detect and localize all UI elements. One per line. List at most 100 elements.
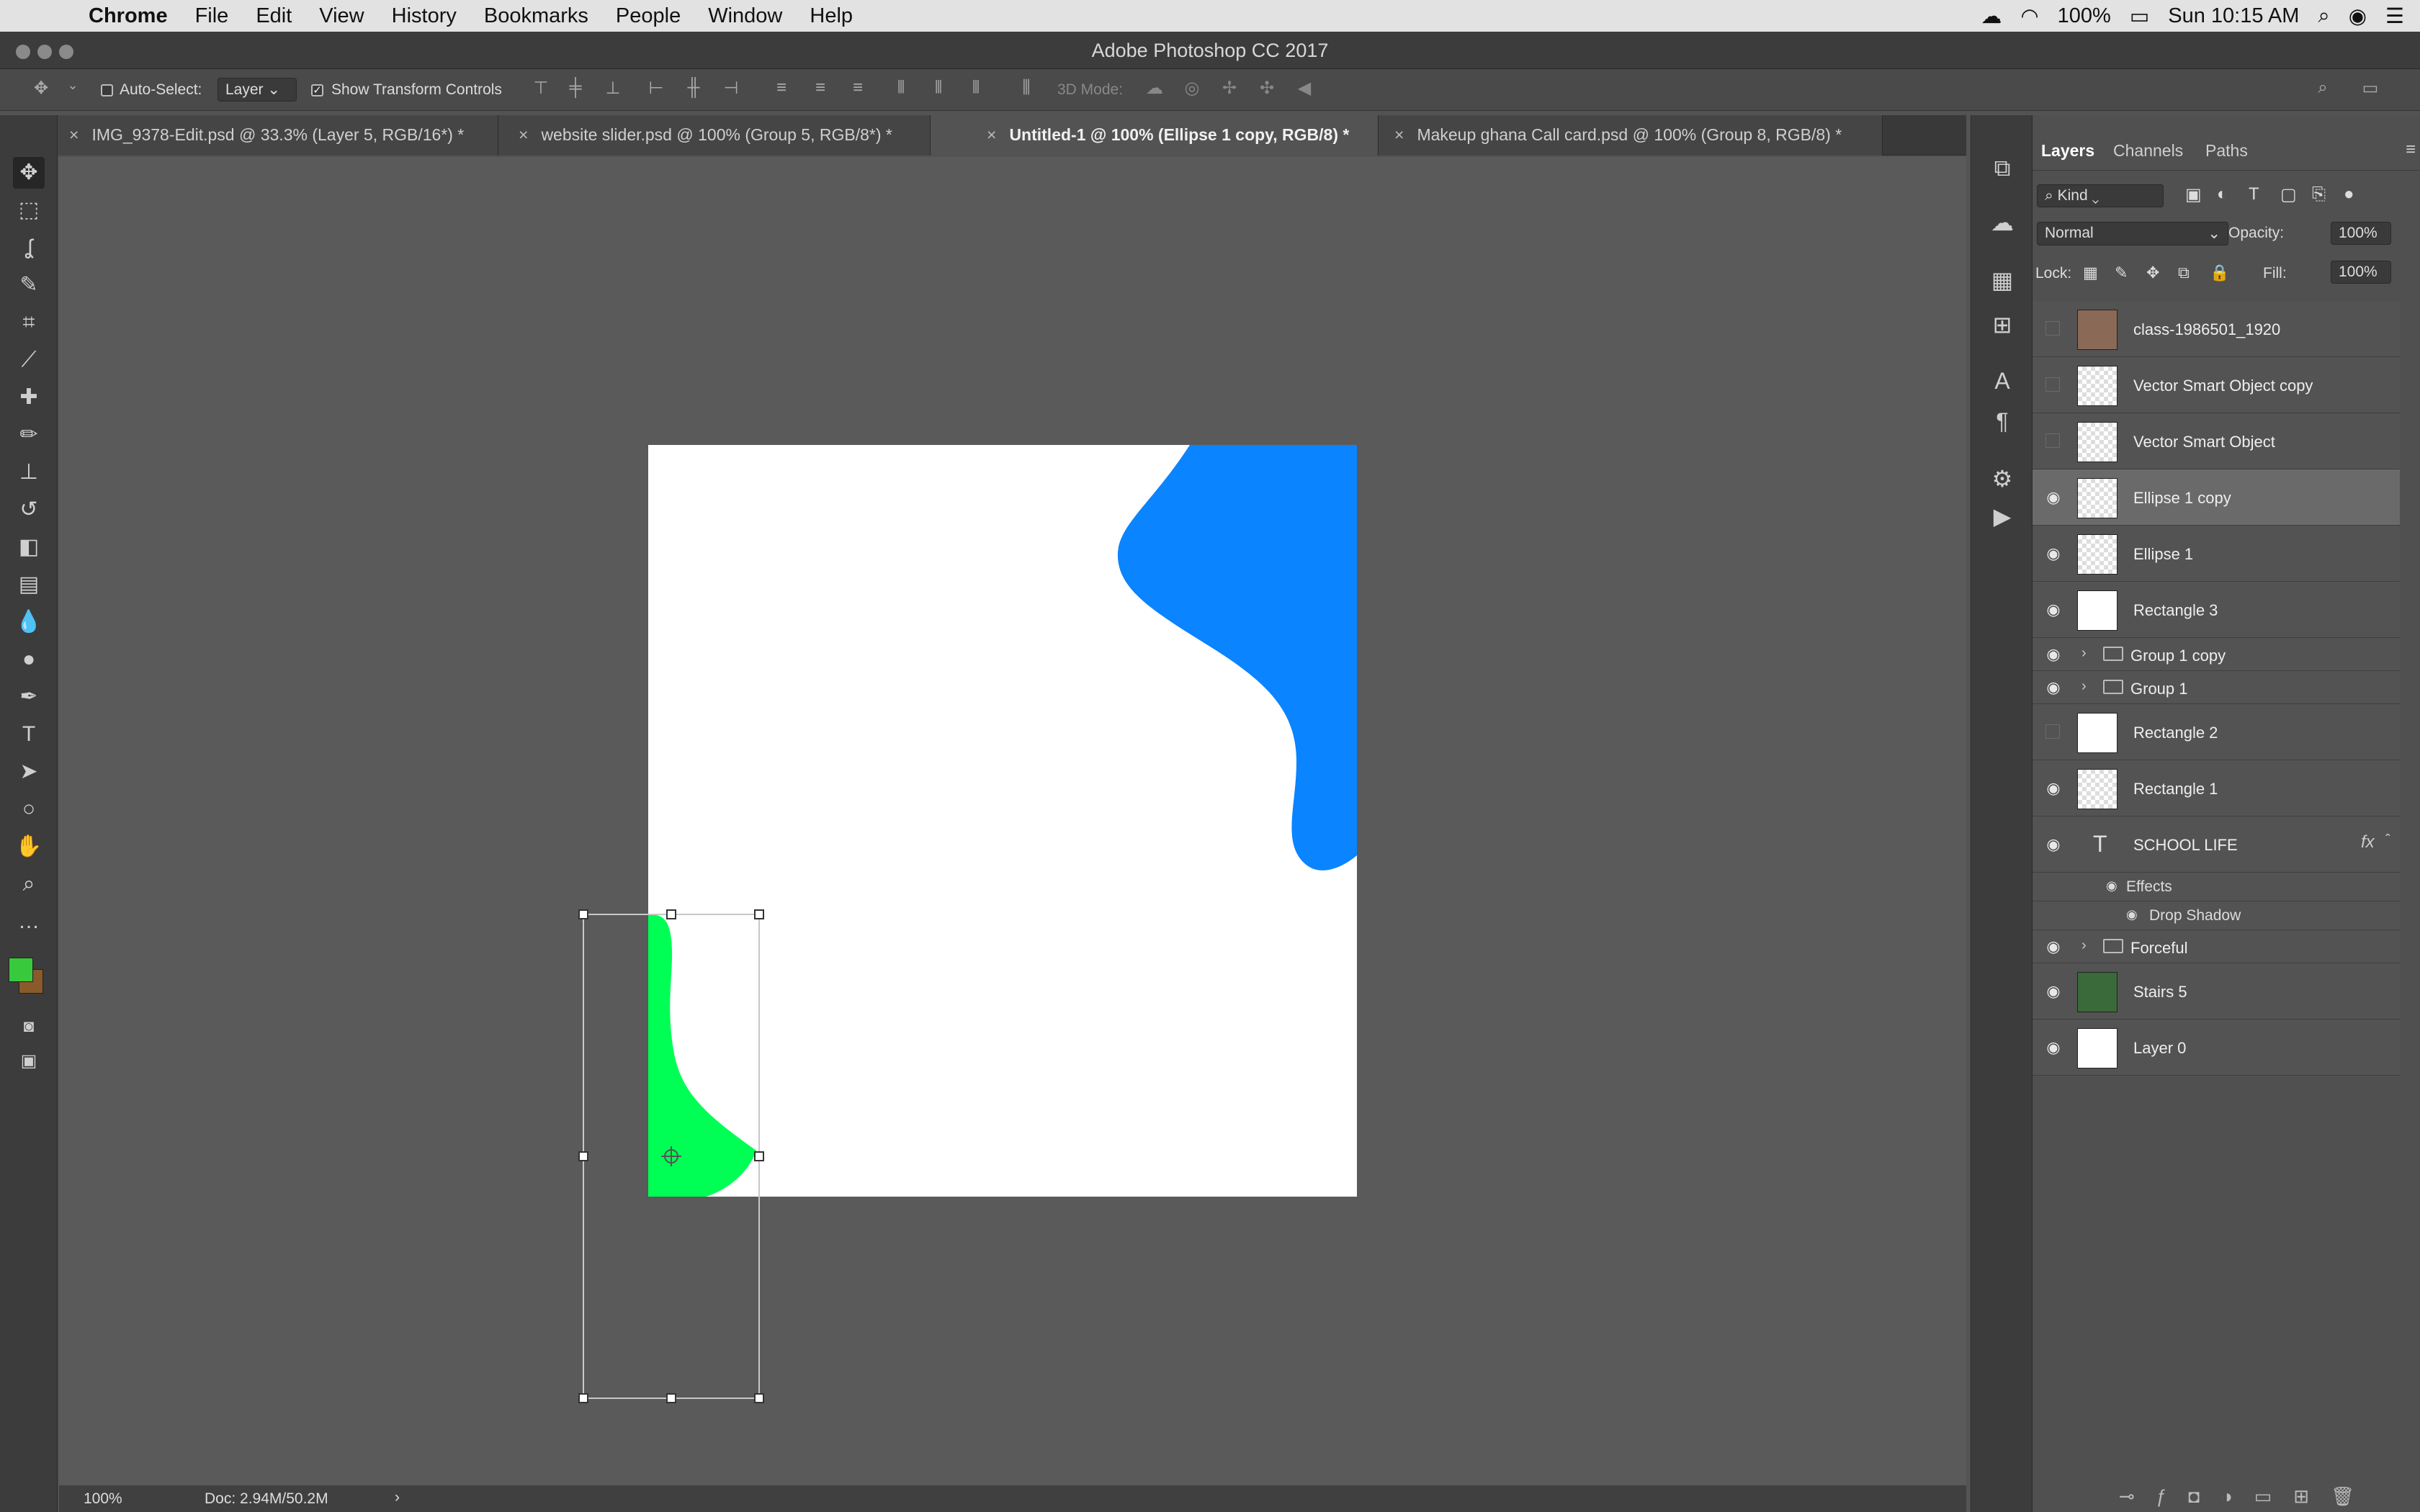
zoom-level[interactable]: 100%: [84, 1490, 122, 1508]
eye-icon[interactable]: ◉: [2045, 546, 2061, 562]
distribute-left-icon[interactable]: ⫴: [890, 78, 912, 99]
slide-3d-icon[interactable]: ✣: [1256, 78, 1278, 99]
layer-row[interactable]: ◉ T SCHOOL LIFE fx ˆ: [2033, 816, 2400, 873]
orbit-3d-icon[interactable]: ☁: [1144, 78, 1165, 99]
gradient-tool-icon[interactable]: ▤: [13, 569, 45, 600]
add-layer-style-icon[interactable]: ƒ: [2156, 1485, 2166, 1508]
notification-center-icon[interactable]: ☰: [2385, 4, 2404, 29]
layer-row[interactable]: ◉ Rectangle 1: [2033, 760, 2400, 816]
tab-makeup-ghana[interactable]: × Makeup ghana Call card.psd @ 100% (Grou…: [1379, 115, 1883, 156]
group-row[interactable]: ◉ › Group 1 copy: [2033, 638, 2400, 671]
adjustments-icon[interactable]: ⚙: [1984, 461, 2020, 497]
filter-type-icon[interactable]: T: [2249, 184, 2259, 204]
close-icon[interactable]: ×: [519, 125, 528, 144]
layer-row[interactable]: class-1986501_1920: [2033, 301, 2400, 357]
filter-pixel-icon[interactable]: ▣: [2185, 184, 2202, 205]
layer-row[interactable]: ◉ Stairs 5: [2033, 963, 2400, 1020]
eye-icon[interactable]: ◉: [2106, 878, 2118, 894]
drop-shadow-row[interactable]: ◉ Drop Shadow: [2033, 901, 2400, 930]
siri-icon[interactable]: ◉: [2349, 4, 2367, 29]
align-right-icon[interactable]: ⊣: [720, 78, 742, 99]
move-tool-preset-icon[interactable]: ✥: [30, 78, 52, 99]
drag-3d-icon[interactable]: ✢: [1219, 78, 1240, 99]
type-tool-icon[interactable]: T: [13, 719, 45, 750]
lock-transparent-icon[interactable]: ▦: [2083, 264, 2098, 282]
link-layers-icon[interactable]: ⊸: [2119, 1485, 2135, 1508]
lock-artboard-icon[interactable]: ⧉: [2178, 264, 2190, 282]
eye-icon[interactable]: ◉: [2045, 984, 2061, 999]
layer-row[interactable]: Vector Smart Object: [2033, 413, 2400, 469]
path-select-tool-icon[interactable]: ➤: [13, 756, 45, 788]
roll-3d-icon[interactable]: ◎: [1181, 78, 1203, 99]
blend-mode-dropdown[interactable]: Normal ⌄: [2037, 222, 2228, 246]
filter-kind-dropdown[interactable]: ⌕ Kind ⌄: [2037, 184, 2164, 207]
healing-brush-tool-icon[interactable]: ✚: [13, 382, 45, 413]
search-icon[interactable]: ⌕: [2312, 78, 2334, 99]
eye-icon[interactable]: ◉: [2045, 837, 2061, 852]
new-group-icon[interactable]: ▭: [2254, 1485, 2272, 1508]
close-icon[interactable]: ×: [987, 125, 996, 144]
tab-channels[interactable]: Channels: [2113, 141, 2183, 161]
menu-app-chrome[interactable]: Chrome: [75, 4, 182, 28]
actions-play-icon[interactable]: ▶: [1984, 498, 2020, 534]
layer-row-selected[interactable]: ◉ Ellipse 1 copy: [2033, 469, 2400, 526]
crop-tool-icon[interactable]: ⌗: [13, 307, 45, 338]
visibility-toggle[interactable]: [2045, 724, 2060, 739]
chevron-right-icon[interactable]: ›: [2081, 645, 2087, 662]
properties-icon[interactable]: ▦: [1984, 262, 2020, 298]
tab-layers[interactable]: Layers: [2041, 141, 2094, 161]
align-vcenter-icon[interactable]: ╪: [565, 78, 586, 99]
filter-toggle-icon[interactable]: ●: [2344, 184, 2354, 204]
visibility-toggle[interactable]: [2045, 377, 2060, 392]
quick-mask-icon[interactable]: ◙: [13, 1011, 45, 1043]
menu-bookmarks[interactable]: Bookmarks: [470, 4, 602, 28]
visibility-toggle[interactable]: [2045, 433, 2060, 448]
align-bottom-icon[interactable]: ⊥: [602, 78, 624, 99]
eye-icon[interactable]: ◉: [2045, 1040, 2061, 1056]
chevron-right-icon[interactable]: ›: [2081, 937, 2087, 954]
distribute-bottom-icon[interactable]: ≡: [847, 78, 869, 99]
add-mask-icon[interactable]: ◘: [2188, 1485, 2200, 1508]
workspace-icon[interactable]: ▭: [2360, 78, 2381, 99]
spotlight-icon[interactable]: ⌕: [2318, 4, 2329, 28]
blur-tool-icon[interactable]: 💧: [13, 606, 45, 638]
cc-libraries-icon[interactable]: ☁: [1984, 204, 2020, 240]
marquee-tool-icon[interactable]: ⬚: [13, 194, 45, 226]
menu-history[interactable]: History: [378, 4, 470, 28]
scale-3d-icon[interactable]: ◀: [1294, 78, 1315, 99]
menu-help[interactable]: Help: [796, 4, 866, 28]
tab-img-9378[interactable]: × IMG_9378-Edit.psd @ 33.3% (Layer 5, RGB…: [43, 115, 498, 156]
close-icon[interactable]: ×: [69, 125, 79, 144]
battery-icon[interactable]: ▭: [2130, 4, 2149, 29]
tab-paths[interactable]: Paths: [2205, 141, 2248, 161]
eye-icon[interactable]: ◉: [2045, 680, 2061, 696]
menu-view[interactable]: View: [305, 4, 377, 28]
align-top-icon[interactable]: ⊤: [530, 78, 552, 99]
lock-position-icon[interactable]: ✥: [2146, 264, 2159, 282]
quick-select-tool-icon[interactable]: ✎: [13, 269, 45, 301]
tab-untitled-1[interactable]: × Untitled-1 @ 100% (Ellipse 1 copy, RGB/…: [931, 115, 1379, 156]
layer-row[interactable]: ◉ Rectangle 3: [2033, 582, 2400, 638]
eraser-tool-icon[interactable]: ◧: [13, 531, 45, 563]
zoom-tool-icon[interactable]: ⌕: [13, 868, 45, 900]
screen-mode-icon[interactable]: ▣: [13, 1045, 45, 1077]
auto-select-dropdown[interactable]: Layer ⌄: [218, 78, 297, 102]
delete-layer-icon[interactable]: 🗑: [2331, 1485, 2354, 1508]
chevron-right-icon[interactable]: ›: [2081, 678, 2087, 695]
opacity-field[interactable]: 100%: [2331, 222, 2391, 245]
clone-stamp-tool-icon[interactable]: ⊥: [13, 456, 45, 488]
distribute-right-icon[interactable]: ⫴: [965, 78, 987, 99]
paragraph-icon[interactable]: ¶: [1984, 403, 2020, 439]
layer-row[interactable]: Vector Smart Object copy: [2033, 357, 2400, 413]
menu-edit[interactable]: Edit: [242, 4, 305, 28]
filter-shape-icon[interactable]: ▢: [2280, 184, 2297, 205]
menu-file[interactable]: File: [182, 4, 243, 28]
visibility-toggle[interactable]: [2045, 321, 2060, 336]
character-icon[interactable]: A: [1984, 363, 2020, 399]
fx-icon[interactable]: fx: [2361, 832, 2375, 852]
new-layer-icon[interactable]: ⊞: [2293, 1485, 2309, 1508]
eyedropper-tool-icon[interactable]: ⟋: [13, 344, 45, 376]
new-adjustment-icon[interactable]: ◑: [2221, 1485, 2233, 1508]
menu-people[interactable]: People: [602, 4, 694, 28]
distribute-top-icon[interactable]: ≡: [771, 78, 792, 99]
